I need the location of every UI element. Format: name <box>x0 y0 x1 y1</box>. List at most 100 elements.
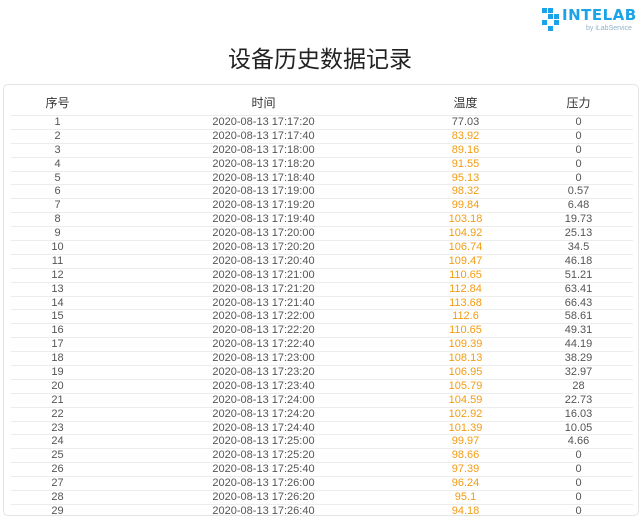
cell-index: 29 <box>51 504 64 516</box>
cell-temperature: 95.13 <box>451 171 480 184</box>
table-row: 10 2020-08-13 17:20:20 106.74 34.5 <box>11 240 633 254</box>
table-row: 23 2020-08-13 17:24:40 101.39 10.05 <box>11 420 633 435</box>
table-row: 7 2020-08-13 17:19:20 99.84 6.48 <box>11 198 633 212</box>
table-row: 18 2020-08-13 17:23:00 108.13 38.29 <box>11 351 633 365</box>
cell-pressure: 51.21 <box>564 268 593 281</box>
cell-index: 9 <box>54 227 61 240</box>
table-row: 13 2020-08-13 17:21:20 112.84 63.41 <box>11 281 633 296</box>
table-row: 21 2020-08-13 17:24:00 104.59 22.73 <box>11 392 633 407</box>
cell-temperature: 105.79 <box>448 379 483 392</box>
table-row: 15 2020-08-13 17:22:00 112.6 58.61 <box>11 309 633 323</box>
cell-time: 2020-08-13 17:23:20 <box>212 366 315 379</box>
cell-pressure: 0 <box>575 491 582 504</box>
table-row: 29 2020-08-13 17:26:40 94.18 0 <box>11 503 633 516</box>
table-row: 12 2020-08-13 17:21:00 110.65 51.21 <box>11 267 633 282</box>
cell-index: 18 <box>51 352 64 365</box>
cell-temperature: 99.84 <box>451 199 480 212</box>
cell-temperature: 108.13 <box>448 352 483 365</box>
cell-time: 2020-08-13 17:19:20 <box>212 199 315 212</box>
logo-mark-icon <box>542 8 560 32</box>
table-row: 19 2020-08-13 17:23:20 106.95 32.97 <box>11 365 633 379</box>
table-row: 8 2020-08-13 17:19:40 103.18 19.73 <box>11 212 633 226</box>
history-table: 序号 时间 温度 压力 1 2020-08-13 17:17:20 77.03 0 2 2… <box>3 84 639 516</box>
cell-time: 2020-08-13 17:18:20 <box>212 157 315 170</box>
table-body: 1 2020-08-13 17:17:20 77.03 0 2 2020-08-13 17… <box>11 115 633 516</box>
logo-brand-text: INTELAB <box>562 6 637 24</box>
cell-index: 11 <box>51 254 64 267</box>
cell-temperature: 102.92 <box>448 407 483 420</box>
cell-temperature: 77.03 <box>451 116 480 128</box>
cell-index: 24 <box>51 435 64 448</box>
cell-time: 2020-08-13 17:17:20 <box>212 116 315 128</box>
cell-time: 2020-08-13 17:18:40 <box>212 171 315 184</box>
cell-temperature: 104.92 <box>448 227 483 240</box>
cell-pressure: 32.97 <box>564 366 593 379</box>
table-row: 26 2020-08-13 17:25:40 97.39 0 <box>11 462 633 476</box>
table-row: 20 2020-08-13 17:23:40 105.79 28 <box>11 378 633 393</box>
cell-temperature: 106.95 <box>448 366 483 379</box>
table-header: 序号 时间 温度 压力 <box>4 85 638 115</box>
cell-time: 2020-08-13 17:24:40 <box>212 421 315 434</box>
cell-time: 2020-08-13 17:26:20 <box>212 491 315 504</box>
table-row: 3 2020-08-13 17:18:00 89.16 0 <box>11 142 633 157</box>
cell-temperature: 112.84 <box>449 282 482 295</box>
cell-temperature: 113.68 <box>449 296 482 309</box>
cell-pressure: 0 <box>575 157 582 170</box>
cell-index: 27 <box>51 477 64 490</box>
cell-temperature: 103.18 <box>448 213 483 226</box>
cell-temperature: 112.6 <box>452 310 479 323</box>
cell-time: 2020-08-13 17:21:20 <box>212 282 315 295</box>
cell-index: 28 <box>51 491 64 504</box>
table-row: 14 2020-08-13 17:21:40 113.68 66.43 <box>11 295 633 310</box>
page-title: 设备历史数据记录 <box>228 47 412 73</box>
cell-time: 2020-08-13 17:22:40 <box>212 338 315 351</box>
cell-pressure: 58.61 <box>564 310 593 323</box>
cell-pressure: 25.13 <box>564 227 593 240</box>
table-row: 27 2020-08-13 17:26:00 96.24 0 <box>11 476 633 490</box>
cell-index: 6 <box>54 185 61 198</box>
cell-pressure: 0 <box>575 116 582 128</box>
table-row: 25 2020-08-13 17:25:20 98.66 0 <box>11 448 633 462</box>
cell-index: 8 <box>54 213 61 226</box>
cell-time: 2020-08-13 17:19:40 <box>212 213 315 226</box>
header-temperature: 温度 <box>453 96 478 110</box>
cell-pressure: 6.48 <box>567 199 590 212</box>
table-row: 6 2020-08-13 17:19:00 98.32 0.57 <box>11 184 633 198</box>
cell-time: 2020-08-13 17:21:40 <box>212 296 315 309</box>
header-time: 时间 <box>251 96 276 110</box>
cell-index: 12 <box>51 268 64 281</box>
cell-pressure: 46.18 <box>564 254 593 267</box>
cell-temperature: 109.47 <box>448 254 483 267</box>
cell-pressure: 0 <box>575 143 582 156</box>
cell-index: 26 <box>51 463 64 476</box>
cell-pressure: 44.19 <box>564 338 593 351</box>
table-row: 22 2020-08-13 17:24:20 102.92 16.03 <box>11 406 633 421</box>
table-row: 11 2020-08-13 17:20:40 109.47 46.18 <box>11 253 633 268</box>
table-row: 9 2020-08-13 17:20:00 104.92 25.13 <box>11 226 633 240</box>
cell-pressure: 28 <box>572 379 585 392</box>
cell-time: 2020-08-13 17:26:40 <box>212 504 315 516</box>
cell-pressure: 0 <box>575 129 582 142</box>
cell-time: 2020-08-13 17:19:00 <box>212 185 315 198</box>
cell-temperature: 106.74 <box>448 241 483 254</box>
cell-index: 25 <box>51 449 64 462</box>
cell-index: 5 <box>54 171 61 184</box>
cell-pressure: 0 <box>575 449 582 462</box>
cell-index: 20 <box>51 379 64 392</box>
table-row: 24 2020-08-13 17:25:00 99.97 4.66 <box>11 434 633 448</box>
cell-pressure: 4.66 <box>567 435 590 448</box>
cell-index: 19 <box>51 366 64 379</box>
cell-pressure: 22.73 <box>564 393 593 406</box>
cell-time: 2020-08-13 17:23:00 <box>212 352 315 365</box>
table-row: 4 2020-08-13 17:18:20 91.55 0 <box>11 156 633 171</box>
cell-index: 21 <box>51 393 64 406</box>
table-row: 1 2020-08-13 17:17:20 77.03 0 <box>11 115 633 129</box>
cell-index: 3 <box>54 143 61 156</box>
cell-temperature: 109.39 <box>448 338 483 351</box>
cell-temperature: 89.16 <box>451 143 480 156</box>
brand-logo: INTELAB by iLabService <box>542 6 636 36</box>
cell-time: 2020-08-13 17:24:00 <box>212 393 315 406</box>
cell-temperature: 104.59 <box>448 393 483 406</box>
header-index: 序号 <box>45 96 70 110</box>
table-row: 17 2020-08-13 17:22:40 109.39 44.19 <box>11 337 633 351</box>
